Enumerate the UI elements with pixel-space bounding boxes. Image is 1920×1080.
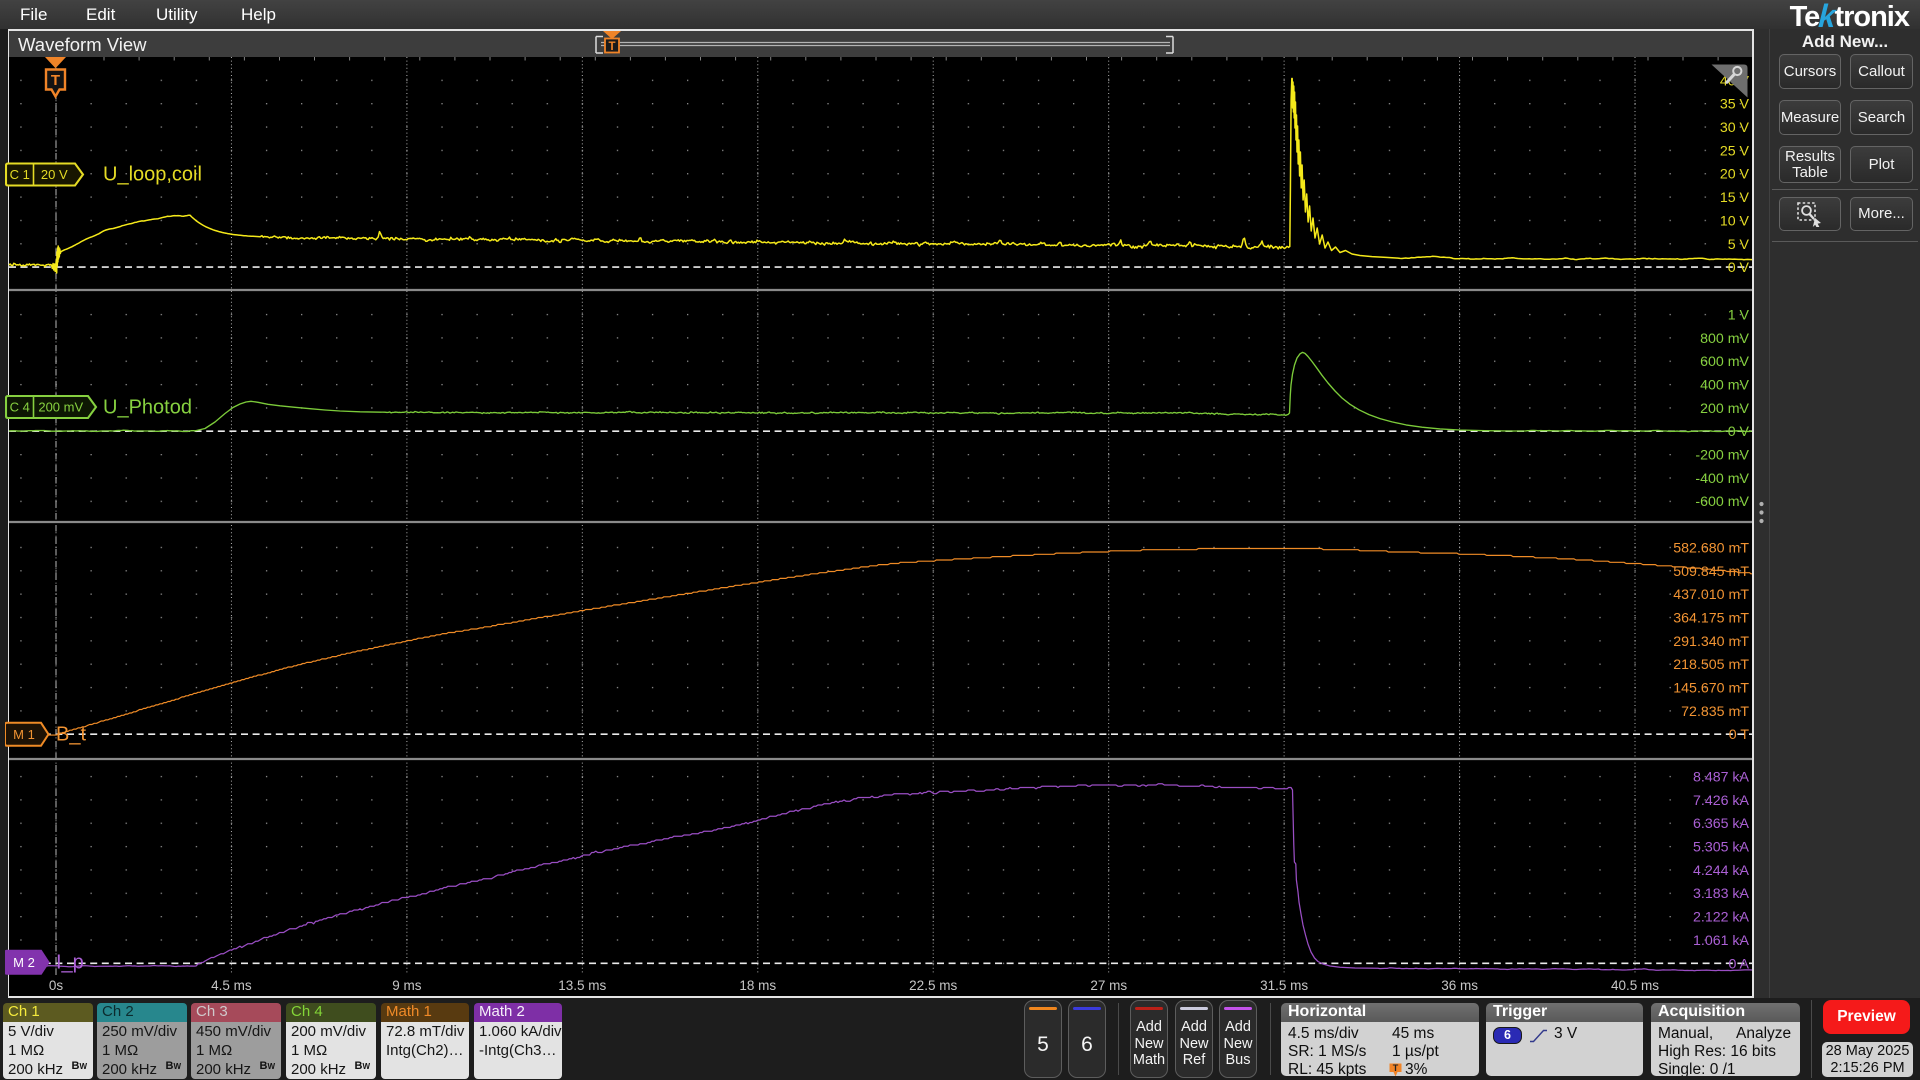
svg-text:30 V: 30 V: [1720, 120, 1750, 136]
svg-text:582.680 mT: 582.680 mT: [1673, 540, 1749, 556]
svg-text:35 V: 35 V: [1720, 97, 1750, 113]
svg-text:200 mV: 200 mV: [38, 400, 83, 415]
svg-text:9 ms: 9 ms: [392, 978, 422, 993]
svg-text:400 mV: 400 mV: [1700, 378, 1749, 394]
svg-text:40.5 ms: 40.5 ms: [1611, 978, 1659, 993]
svg-text:291.340 mT: 291.340 mT: [1673, 634, 1749, 650]
svg-text:22.5 ms: 22.5 ms: [909, 978, 957, 993]
svg-text:1 V: 1 V: [1728, 307, 1750, 323]
svg-text:25 V: 25 V: [1720, 143, 1750, 159]
svg-text:2.122 kA: 2.122 kA: [1693, 910, 1750, 926]
svg-text:437.010 mT: 437.010 mT: [1673, 587, 1749, 603]
svg-text:0 V: 0 V: [1728, 260, 1750, 276]
svg-text:13.5 ms: 13.5 ms: [558, 978, 606, 993]
svg-text:145.670 mT: 145.670 mT: [1673, 681, 1749, 697]
svg-text:4.244 kA: 4.244 kA: [1693, 863, 1750, 879]
svg-text:5 V: 5 V: [1728, 237, 1750, 253]
svg-text:15 V: 15 V: [1720, 190, 1750, 206]
svg-text:3.183 kA: 3.183 kA: [1693, 886, 1750, 902]
svg-text:0 T: 0 T: [1729, 727, 1750, 743]
svg-text:4.5 ms: 4.5 ms: [211, 978, 252, 993]
svg-text:27 ms: 27 ms: [1090, 978, 1127, 993]
svg-text:T: T: [608, 41, 615, 53]
svg-text:72.835 mT: 72.835 mT: [1681, 704, 1749, 720]
svg-text:U_loop,coil: U_loop,coil: [103, 164, 202, 186]
svg-text:T: T: [51, 72, 60, 89]
svg-text:0 V: 0 V: [1728, 424, 1750, 440]
svg-text:M 2: M 2: [13, 955, 35, 970]
svg-text:0s: 0s: [49, 978, 64, 993]
svg-text:I_p: I_p: [56, 952, 84, 974]
svg-text:8.487 kA: 8.487 kA: [1693, 770, 1750, 786]
svg-text:10 V: 10 V: [1720, 213, 1750, 229]
svg-text:U_Photod: U_Photod: [103, 397, 192, 419]
svg-text:7.426 kA: 7.426 kA: [1693, 793, 1750, 809]
svg-text:6.365 kA: 6.365 kA: [1693, 816, 1750, 832]
svg-text:B_t: B_t: [56, 724, 86, 746]
svg-text:T: T: [1393, 1063, 1399, 1073]
svg-text:20 V: 20 V: [1720, 167, 1750, 183]
svg-text:31.5 ms: 31.5 ms: [1260, 978, 1308, 993]
svg-text:0 A: 0 A: [1728, 956, 1749, 972]
svg-text:600 mV: 600 mV: [1700, 354, 1749, 370]
svg-text:18 ms: 18 ms: [739, 978, 776, 993]
svg-text:C 4: C 4: [10, 400, 30, 415]
svg-text:5.305 kA: 5.305 kA: [1693, 840, 1750, 856]
svg-text:20 V: 20 V: [41, 167, 68, 182]
svg-text:M 1: M 1: [13, 727, 35, 742]
svg-text:-200 mV: -200 mV: [1695, 448, 1749, 464]
svg-text:200 mV: 200 mV: [1700, 401, 1749, 417]
svg-text:1.061 kA: 1.061 kA: [1693, 933, 1750, 949]
svg-text:36 ms: 36 ms: [1441, 978, 1478, 993]
svg-text:509.845 mT: 509.845 mT: [1673, 564, 1749, 580]
svg-text:364.175 mT: 364.175 mT: [1673, 611, 1749, 627]
svg-text:218.505 mT: 218.505 mT: [1673, 657, 1749, 673]
svg-text:C 1: C 1: [10, 167, 30, 182]
svg-text:-400 mV: -400 mV: [1695, 471, 1749, 487]
svg-text:800 mV: 800 mV: [1700, 331, 1749, 347]
svg-text:-600 mV: -600 mV: [1695, 494, 1749, 510]
